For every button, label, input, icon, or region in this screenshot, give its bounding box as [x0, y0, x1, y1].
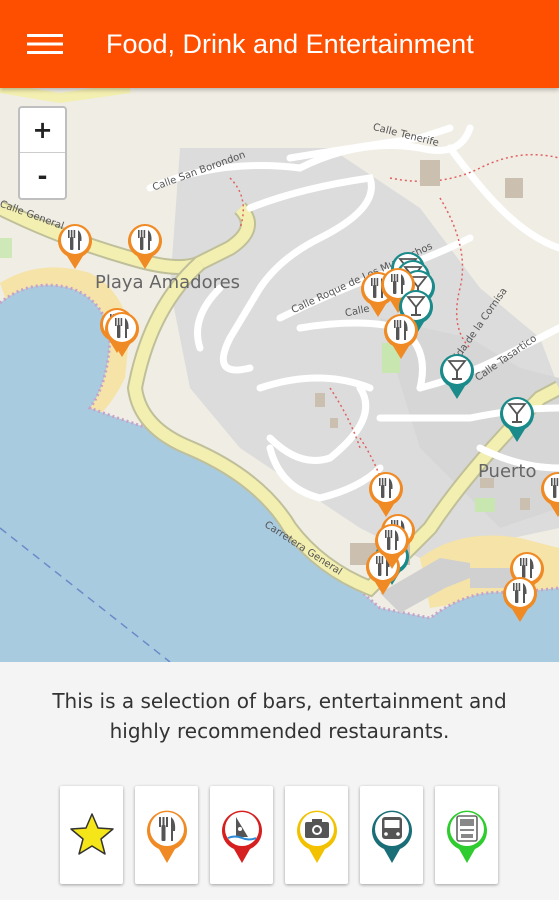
fork-knife-icon — [541, 472, 559, 517]
category-restaurants-button[interactable] — [135, 786, 198, 884]
fork-knife-icon — [146, 810, 187, 863]
place-label-playa-amadores: Playa Amadores — [95, 272, 241, 293]
fork-knife-icon — [503, 577, 537, 622]
description: This is a selection of bars, entertainme… — [0, 686, 559, 746]
fork-knife-icon — [384, 314, 418, 359]
category-sightseeing-button[interactable] — [285, 786, 348, 884]
bus-icon — [371, 810, 412, 863]
app-root: Food, Drink and Entertainment + - Playa … — [0, 0, 559, 900]
zoom-in-button[interactable]: + — [20, 108, 65, 153]
category-atm-button[interactable] — [435, 786, 498, 884]
zoom-control: + - — [18, 106, 67, 200]
place-label-puerto: Puerto — [478, 461, 537, 482]
restaurant-marker[interactable] — [55, 220, 95, 270]
bar-marker[interactable] — [497, 393, 537, 443]
menu-button[interactable] — [0, 0, 90, 88]
cocktail-glass-icon — [500, 397, 534, 442]
restaurant-marker[interactable] — [538, 468, 559, 518]
restaurant-marker[interactable] — [372, 520, 412, 570]
category-transport-button[interactable] — [360, 786, 423, 884]
restaurant-marker[interactable] — [500, 573, 540, 623]
fork-knife-icon — [58, 224, 92, 269]
description-line-1: This is a selection of bars, entertainme… — [52, 689, 507, 713]
app-bar: Food, Drink and Entertainment — [0, 0, 559, 88]
star-icon — [69, 813, 114, 855]
category-water-sports-button[interactable] — [210, 786, 273, 884]
restaurant-marker[interactable] — [102, 308, 142, 358]
category-favorites-button[interactable] — [60, 786, 123, 884]
restaurant-marker[interactable] — [381, 310, 421, 360]
fork-knife-icon — [375, 524, 409, 569]
fork-knife-icon — [128, 224, 162, 269]
zoom-out-button[interactable]: - — [20, 153, 65, 198]
atm-icon — [446, 810, 487, 863]
cocktail-glass-icon — [440, 354, 474, 399]
bar-marker[interactable] — [437, 350, 477, 400]
description-line-2: highly recommended restaurants. — [109, 719, 450, 743]
windsurf-icon — [221, 810, 262, 863]
camera-icon — [296, 810, 337, 863]
category-bar — [60, 786, 498, 884]
page-title: Food, Drink and Entertainment — [106, 28, 474, 59]
map-view[interactable]: + - Playa Amadores Puerto Calle Tenerife… — [0, 88, 559, 662]
fork-knife-icon — [105, 312, 139, 357]
hamburger-menu-icon — [27, 34, 63, 54]
restaurant-marker[interactable] — [125, 220, 165, 270]
